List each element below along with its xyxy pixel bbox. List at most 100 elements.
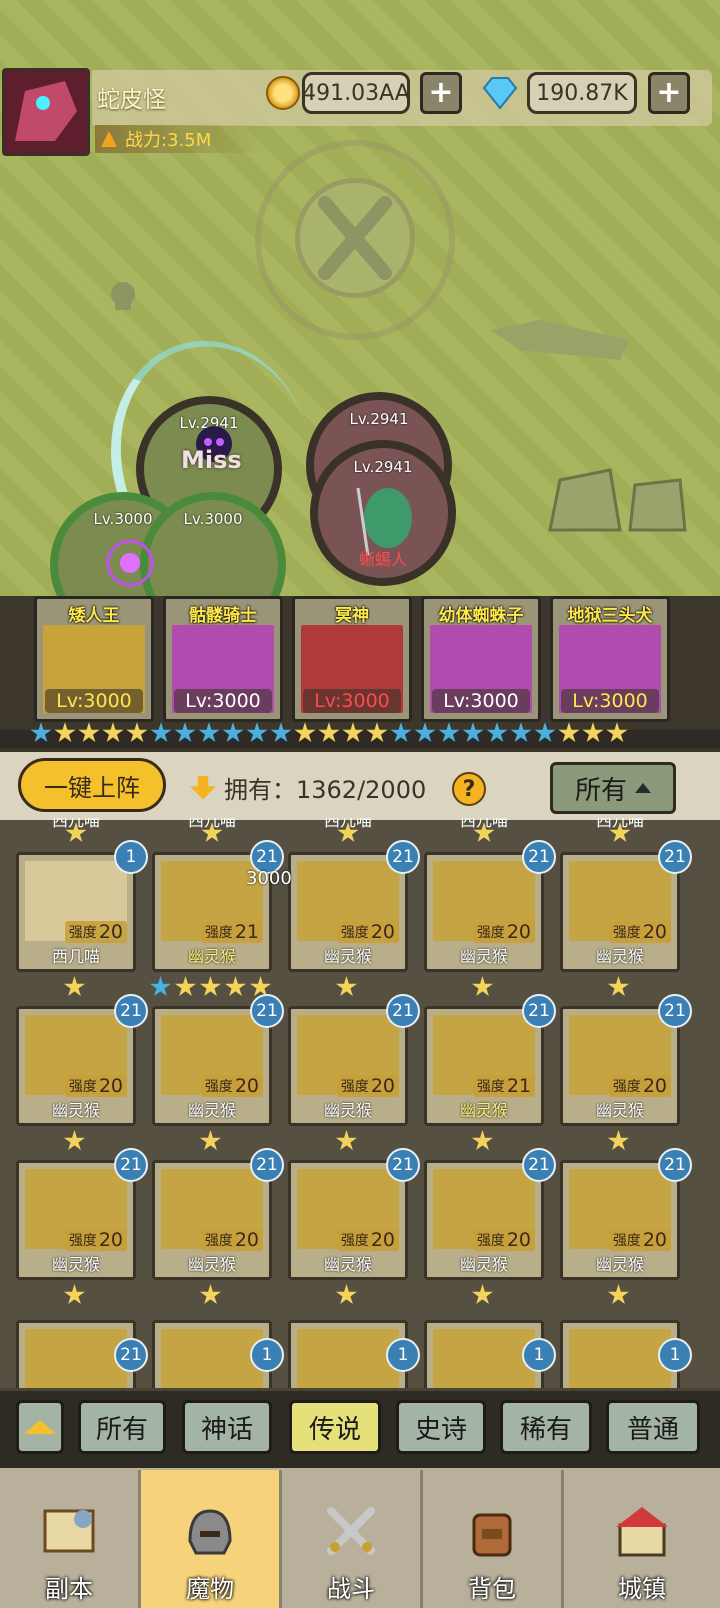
player-avatar[interactable] (2, 68, 90, 156)
owned-count: 拥有：1362/2000 (190, 770, 426, 805)
strength-tag: 强度 20 (200, 1229, 263, 1251)
strength-value: 20 (642, 1229, 667, 1251)
nav-dungeon[interactable]: 副本 (0, 1470, 138, 1608)
filter-dropdown[interactable]: 所有 (550, 762, 676, 814)
strength-value: 20 (506, 921, 531, 943)
monster-card[interactable]: 强度 20 幽灵猴 (424, 852, 544, 972)
star-icon (63, 1284, 86, 1305)
nav-backpack[interactable]: 背包 (423, 1470, 561, 1608)
nav-battle[interactable]: 战斗 (282, 1470, 420, 1608)
star-icon (335, 976, 358, 997)
star-icon (462, 722, 484, 743)
team-slot[interactable]: 冥神 Lv:3000 (292, 596, 412, 722)
nav-town[interactable]: 城镇 (564, 1470, 720, 1608)
star-icon (222, 722, 244, 743)
monster-card[interactable]: 强度 20 幽灵猴 (424, 1160, 544, 1280)
tab-mythic[interactable]: 神话 (182, 1400, 272, 1454)
backpack-icon (472, 1513, 512, 1557)
coin-amount: 491.03AA (302, 72, 410, 114)
monster-card[interactable]: 强度 20 幽灵猴 (152, 1160, 272, 1280)
caret-up-icon (635, 783, 651, 793)
auto-deploy-button[interactable]: 一键上阵 (18, 758, 166, 812)
monster-card[interactable]: 强度 21 幽灵猴 (424, 1006, 544, 1126)
hero-name: 地狱三头犬 (567, 606, 653, 626)
monster-name: 幽灵猴 (187, 1255, 236, 1274)
miss-popup: Miss (181, 446, 242, 474)
star-icon (270, 722, 292, 743)
hero-name: 幼体蜘蛛子 (438, 606, 524, 626)
count-badge: 21 (658, 840, 692, 874)
strength-value: 20 (642, 1075, 667, 1097)
monster-card[interactable]: 强度 20 幽灵猴 (16, 1006, 136, 1126)
strength-label: 强度 (204, 925, 233, 941)
enemy-unit-lizardman[interactable]: Lv.2941 蜥蜴人 (310, 440, 456, 586)
team-slot[interactable]: 骷髅骑士 Lv:3000 (163, 596, 283, 722)
star-icon (390, 722, 412, 743)
monster-card[interactable]: 强度 20 幽灵猴 (560, 1160, 680, 1280)
rock-icon (548, 468, 687, 532)
star-icon (582, 722, 604, 743)
game-screen: Lv.2941 Lv.2941 蜥蜴人 Lv.2941 Miss Lv.3000… (0, 0, 720, 1608)
add-coins-button[interactable]: + (420, 72, 462, 114)
strength-label: 强度 (476, 925, 505, 941)
team-slot[interactable]: 幼体蜘蛛子 Lv:3000 (421, 596, 541, 722)
monster-card[interactable]: 强度 20 幽灵猴 (288, 1160, 408, 1280)
skull-icon (111, 282, 135, 310)
monster-name: 幽灵猴 (595, 947, 644, 966)
star-icon (78, 722, 100, 743)
strength-tag: 强度 20 (64, 1075, 127, 1097)
nav-monsters[interactable]: 魔物 (141, 1470, 279, 1608)
dragon-skeleton-icon (490, 320, 630, 360)
tab-rare[interactable]: 稀有 (500, 1400, 592, 1454)
star-icon (486, 722, 508, 743)
card-star-rating (149, 976, 272, 998)
count-badge: 1 (522, 1338, 556, 1372)
monster-card[interactable]: 强度 20 幽灵猴 (152, 1006, 272, 1126)
monster-portrait-icon (25, 1329, 127, 1390)
enemy-name: 蜥蜴人 (358, 550, 407, 569)
strength-label: 强度 (612, 1233, 641, 1249)
collapse-button[interactable] (16, 1400, 64, 1454)
team-slot[interactable]: 地狱三头犬 Lv:3000 (550, 596, 670, 722)
nav-label: 城镇 (618, 1575, 666, 1603)
count-badge: 21 (522, 1148, 556, 1182)
strength-value: 20 (370, 1075, 395, 1097)
nav-label: 战斗 (327, 1575, 375, 1603)
count-badge: 21 (250, 994, 284, 1028)
strength-tag: 强度 20 (472, 921, 535, 943)
card-star-rating (335, 1284, 358, 1306)
team-slot[interactable]: 矮人王 Lv:3000 (34, 596, 154, 722)
star-icon (335, 1284, 358, 1305)
monster-card[interactable]: 强度 20 幽灵猴 (16, 1160, 136, 1280)
helmet-icon (188, 1509, 232, 1555)
help-button[interactable]: ? (452, 772, 486, 806)
down-arrow-icon (190, 775, 216, 800)
monster-card[interactable]: 强度 20 西几喵 (16, 852, 136, 972)
monster-card[interactable]: 强度 20 幽灵猴 (288, 1006, 408, 1126)
arrow-up-icon (24, 1420, 56, 1434)
monster-card[interactable]: 强度 20 幽灵猴 (560, 852, 680, 972)
monster-card[interactable]: 强度 20 幽灵猴 (560, 1006, 680, 1126)
count-badge: 21 (658, 994, 692, 1028)
strength-label: 强度 (340, 925, 369, 941)
add-gems-button[interactable]: + (648, 72, 690, 114)
tab-epic[interactable]: 史诗 (396, 1400, 486, 1454)
tab-common[interactable]: 普通 (606, 1400, 700, 1454)
hero-level: Lv:3000 (303, 689, 401, 713)
strength-label: 强度 (204, 1233, 233, 1249)
swords-icon (327, 1507, 375, 1555)
combat-power-value: 战力:3.5M (125, 130, 212, 151)
enemy-level: Lv.2941 (349, 410, 409, 428)
tab-legendary[interactable]: 传说 (289, 1400, 381, 1454)
count-badge: 1 (386, 1338, 420, 1372)
nav-label: 魔物 (186, 1575, 234, 1603)
nav-label: 背包 (468, 1575, 516, 1603)
nav-label: 副本 (45, 1575, 93, 1603)
strength-tag: 强度 20 (608, 921, 671, 943)
strength-value: 20 (370, 1229, 395, 1251)
tab-all[interactable]: 所有 (78, 1400, 166, 1454)
star-icon (174, 722, 196, 743)
strength-value: 20 (642, 921, 667, 943)
monster-card[interactable]: 强度 20 幽灵猴 (288, 852, 408, 972)
card-star-rating (199, 1284, 222, 1306)
